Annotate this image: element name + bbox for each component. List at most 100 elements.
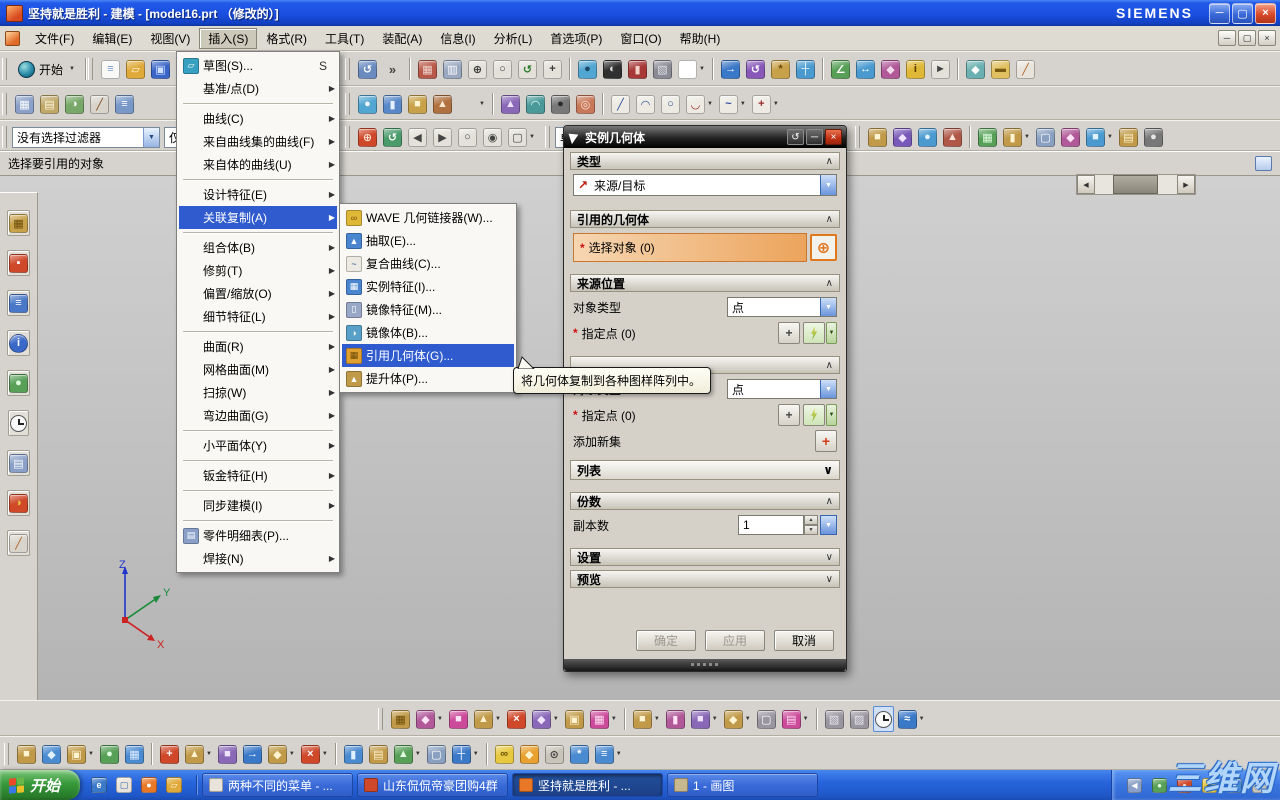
feature-tool-icon[interactable]: ▦	[976, 124, 999, 150]
instance-tool-icon[interactable]: ◆ ▼	[722, 706, 753, 732]
select-object-field[interactable]: * 选择对象 (0)	[573, 233, 807, 262]
menu-item-facet-body[interactable]: 小平面体(Y) ▶	[179, 434, 337, 457]
link-tool-icon[interactable]: ∞	[493, 741, 516, 767]
edit-tool-icon[interactable]: ▢	[425, 741, 448, 767]
mdi-restore-button[interactable]: ▢	[1238, 30, 1256, 46]
annotation-icon[interactable]: ╱	[1014, 56, 1037, 82]
window-layout-icon[interactable]: ▦	[13, 91, 36, 117]
arc-tool-icon[interactable]: ◠	[634, 91, 657, 117]
menu-assemblies[interactable]: 装配(A)	[373, 28, 431, 49]
destination-object-type-dropdown[interactable]: 点 ▼	[727, 379, 837, 399]
pan-icon[interactable]: +	[541, 56, 564, 82]
menu-item-parts-list[interactable]: ▤ 零件明细表(P)...	[179, 524, 337, 547]
edit-tool-icon[interactable]: ■	[15, 741, 38, 767]
cone-tool-icon[interactable]: ▲	[431, 91, 454, 117]
menu-item-combine[interactable]: 组合体(B) ▶	[179, 236, 337, 259]
menu-insert[interactable]: 插入(S)	[199, 27, 258, 49]
menu-information[interactable]: 信息(I)	[431, 28, 484, 49]
instance-tool-icon[interactable]: ×	[505, 706, 528, 732]
menu-item-sheet-metal[interactable]: 钣金特征(H) ▶	[179, 464, 337, 487]
menu-format[interactable]: 格式(R)	[257, 28, 316, 49]
menu-edit[interactable]: 编辑(E)	[83, 28, 141, 49]
section-preview[interactable]: 预览 ∨	[570, 570, 840, 588]
feature-tool-icon[interactable]: ◆	[891, 124, 914, 150]
color-swatch-dropdown[interactable]: ▼	[676, 56, 707, 82]
taskbar-task-1[interactable]: 两种不同的菜单 - ...	[202, 773, 354, 797]
orient-view-icon[interactable]: ↺	[356, 56, 379, 82]
cancel-button[interactable]: 取消	[774, 630, 834, 651]
section-copies[interactable]: 份数 ∧	[570, 492, 840, 510]
menu-item-datum-point[interactable]: 基准/点(D) ▶	[179, 77, 337, 100]
line-tool-icon[interactable]: ╱	[609, 91, 632, 117]
select-all-icon[interactable]: ◉	[481, 124, 504, 150]
tray-icon-volume[interactable]: ◀	[1125, 772, 1144, 798]
start-button[interactable]: 开始	[0, 770, 81, 800]
dialog-resize-grip[interactable]	[564, 659, 846, 671]
ok-button[interactable]: 确定	[636, 630, 696, 651]
constraint-navigator-icon[interactable]: ▪	[7, 250, 30, 276]
source-object-type-dropdown[interactable]: 点 ▼	[727, 297, 837, 317]
instance-tool-icon[interactable]: ◆ ▼	[414, 706, 445, 732]
point-dialog-button[interactable]: +	[778, 404, 800, 426]
menu-preferences[interactable]: 首选项(P)	[541, 28, 611, 49]
lasso-icon[interactable]: ○	[456, 124, 479, 150]
instance-tool-icon[interactable]: ■ ▼	[689, 706, 720, 732]
scroll-right-button[interactable]: ▶	[1177, 175, 1195, 194]
edit-tool-icon[interactable]: ◆ ▼	[266, 741, 297, 767]
info-icon[interactable]: i	[904, 56, 927, 82]
open-folder-icon[interactable]: ▱	[124, 56, 147, 82]
brush-palette-icon[interactable]: ╱	[7, 530, 30, 556]
select-tool-icon[interactable]: ►	[929, 56, 952, 82]
ruler-icon[interactable]: ▬	[989, 56, 1012, 82]
section-settings[interactable]: 设置 ∨	[570, 548, 840, 566]
edit-tool-icon[interactable]: ┼ ▼	[450, 741, 481, 767]
menu-item-synchronous-modeling[interactable]: 同步建模(I) ▶	[179, 494, 337, 517]
select-object-button[interactable]: ⊕	[810, 234, 837, 261]
primitive-dropdown[interactable]: ▼	[456, 91, 487, 117]
tray-icon-qq[interactable]: ●	[1175, 772, 1194, 798]
snap-point-dropdown[interactable]: ▼	[826, 404, 837, 426]
extrude-icon[interactable]: ▲	[499, 91, 522, 117]
move-object-icon[interactable]: →	[719, 56, 742, 82]
layout-grid-icon[interactable]: ▥	[441, 56, 464, 82]
select-recycle-icon[interactable]: ↺	[381, 124, 404, 150]
snap-point-dropdown[interactable]: ▼	[826, 322, 837, 344]
snap-toggle-icon[interactable]: *	[769, 56, 792, 82]
menu-item-detail-feature[interactable]: 细节特征(L) ▶	[179, 305, 337, 328]
render-style-icon[interactable]: ▮	[626, 56, 649, 82]
menu-item-curve-from-curves[interactable]: 来自曲线集的曲线(F) ▶	[179, 130, 337, 153]
revolve-icon[interactable]: ◠	[524, 91, 547, 117]
menu-help[interactable]: 帮助(H)	[671, 28, 730, 49]
roles-palette-icon[interactable]: ▤	[7, 450, 30, 476]
zoom-in-icon[interactable]: ⊕	[466, 56, 489, 82]
menu-item-associative-copy[interactable]: 关联复制(A) ▶	[179, 206, 337, 229]
internet-icon[interactable]: i	[7, 330, 30, 356]
menu-item-promote-body[interactable]: ▲ 提升体(P)...	[342, 367, 514, 390]
scroll-thumb[interactable]	[1113, 175, 1159, 194]
point-tool-icon[interactable]: + ▼	[750, 91, 781, 117]
overflow-chevron-icon[interactable]: »	[381, 56, 404, 82]
feature-tool-icon[interactable]: ◆	[1059, 124, 1082, 150]
gear-tool-icon[interactable]: *	[568, 741, 591, 767]
feature-tool-icon[interactable]: ▢	[1034, 124, 1057, 150]
history-palette-icon[interactable]: ●	[7, 370, 30, 396]
instance-tool-icon[interactable]: ▣	[563, 706, 586, 732]
close-button[interactable]: ×	[1255, 2, 1276, 24]
part-navigator-icon[interactable]: ≡	[7, 290, 30, 316]
block-tool-icon[interactable]: ■	[406, 91, 429, 117]
snap-point-button[interactable]	[803, 322, 825, 344]
wcs-icon[interactable]: ┼	[794, 56, 817, 82]
measure-angle-icon[interactable]: ∠	[829, 56, 852, 82]
snap-point-button[interactable]	[803, 404, 825, 426]
minimize-button[interactable]: ─	[1209, 2, 1230, 24]
profile-tool-icon[interactable]: ◡ ▼	[684, 91, 715, 117]
menu-item-instance-geometry[interactable]: ▦ 引用几何体(G)...	[342, 344, 514, 367]
edit-tool-icon[interactable]: ▦	[123, 741, 146, 767]
instance-tool-icon[interactable]: ■	[447, 706, 470, 732]
menu-item-weld[interactable]: 焊接(N) ▶	[179, 547, 337, 570]
refresh-session-icon[interactable]: ≈ ▼	[896, 706, 927, 732]
selection-filter-dropdown[interactable]: 没有选择过滤器 ▼	[12, 126, 160, 148]
dialog-title-bar[interactable]: 实例几何体 ↺ ─ ×	[564, 126, 846, 148]
menu-item-composite-curve[interactable]: ~ 复合曲线(C)...	[342, 252, 514, 275]
copies-input[interactable]	[738, 515, 804, 535]
